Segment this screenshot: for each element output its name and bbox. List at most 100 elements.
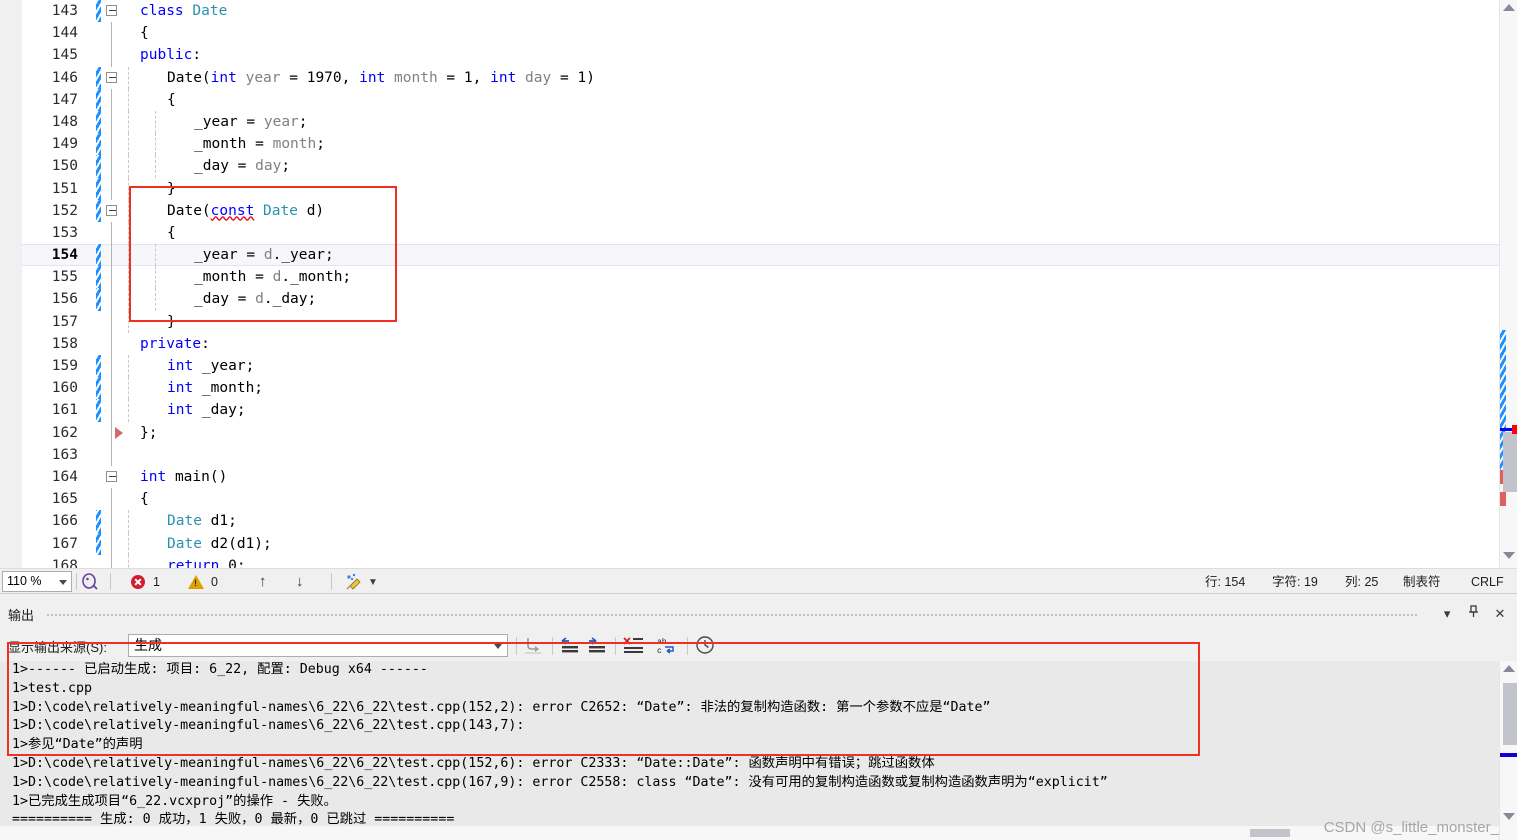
code-surface[interactable]: 143 class Date 144 {145 public: 146 Date(int y… bbox=[22, 0, 1517, 568]
code-line[interactable]: 150 _day = day; bbox=[22, 155, 1517, 178]
code-line[interactable]: 159 int _year; bbox=[22, 355, 1517, 378]
editor-scroll-thumb[interactable] bbox=[1503, 432, 1517, 492]
zoom-level-value: 110 % bbox=[7, 574, 42, 588]
code-line[interactable]: 166 Date d1; bbox=[22, 510, 1517, 533]
change-bar bbox=[96, 133, 101, 156]
warning-count-icon[interactable] bbox=[188, 575, 204, 589]
code-text: }; bbox=[140, 424, 158, 441]
code-line[interactable]: 147 { bbox=[22, 88, 1517, 111]
go-to-message-icon[interactable] bbox=[522, 635, 546, 657]
output-source-select[interactable]: 生成 bbox=[128, 634, 508, 657]
code-line[interactable]: 152 Date(const Date d) bbox=[22, 199, 1517, 222]
output-scroll-thumb[interactable] bbox=[1503, 683, 1517, 745]
fold-collapse-icon[interactable] bbox=[106, 5, 117, 16]
output-line[interactable]: 1>D:\code\relatively-meaningful-names\6_… bbox=[0, 774, 1517, 793]
previous-error-button[interactable]: ↑ bbox=[259, 569, 267, 595]
code-line[interactable]: 155 _month = d._month; bbox=[22, 266, 1517, 289]
clear-all-icon[interactable] bbox=[621, 635, 645, 657]
code-line[interactable]: 146 Date(int year = 1970, int month = 1, … bbox=[22, 66, 1517, 89]
intellisense-icon[interactable] bbox=[80, 569, 102, 595]
close-icon[interactable]: ✕ bbox=[1489, 606, 1511, 622]
code-line[interactable]: 151} bbox=[22, 177, 1517, 200]
editor-error-marker[interactable] bbox=[1500, 492, 1506, 506]
change-bar bbox=[96, 510, 101, 533]
code-line[interactable]: 153 { bbox=[22, 221, 1517, 245]
code-text: _year = d._year; bbox=[194, 247, 334, 264]
code-line[interactable]: 161 int _day; bbox=[22, 399, 1517, 422]
panel-menu-icon[interactable]: ▾ bbox=[1436, 606, 1458, 622]
next-message-icon[interactable] bbox=[585, 635, 609, 657]
code-line[interactable]: 156 _day = d._day; bbox=[22, 288, 1517, 311]
code-cleanup-button[interactable] bbox=[344, 569, 384, 595]
code-line[interactable]: 165 { bbox=[22, 488, 1517, 511]
next-error-button[interactable]: ↓ bbox=[296, 569, 304, 595]
scroll-up-icon[interactable] bbox=[1503, 665, 1515, 672]
code-line[interactable]: 145 public: bbox=[22, 44, 1517, 67]
scroll-down-icon[interactable] bbox=[1503, 813, 1515, 820]
scroll-down-icon[interactable] bbox=[1503, 552, 1515, 564]
indent-guide bbox=[128, 532, 129, 555]
tab-indicator: 制表符 bbox=[1403, 575, 1441, 589]
toggle-word-wrap-icon[interactable]: ab c bbox=[655, 635, 679, 657]
code-line[interactable]: 143 class Date bbox=[22, 0, 1517, 23]
warning-count[interactable]: 0 bbox=[211, 569, 218, 595]
output-line[interactable]: 1>参见“Date”的声明 bbox=[0, 736, 1517, 755]
indent-guide bbox=[128, 177, 129, 200]
output-line[interactable]: 1>D:\code\relatively-meaningful-names\6_… bbox=[0, 755, 1517, 774]
output-line[interactable]: 1>D:\code\relatively-meaningful-names\6_… bbox=[0, 699, 1517, 718]
previous-message-icon[interactable] bbox=[558, 635, 582, 657]
indent-guide bbox=[128, 288, 129, 311]
panel-gripper[interactable] bbox=[46, 613, 1419, 618]
output-panel-title: 输出 bbox=[8, 608, 35, 623]
indent-guide bbox=[128, 510, 129, 533]
output-vertical-scrollbar[interactable] bbox=[1499, 661, 1517, 840]
chevron-down-icon[interactable] bbox=[494, 644, 502, 649]
divider bbox=[516, 637, 517, 655]
code-line[interactable]: 144 { bbox=[22, 22, 1517, 45]
output-line[interactable]: 1>------ 已启动生成: 项目: 6_22, 配置: Debug x64 … bbox=[0, 661, 1517, 680]
chevron-down-icon[interactable]: ▼ bbox=[368, 568, 378, 594]
zoom-level-combo[interactable]: 110 % bbox=[2, 571, 72, 592]
output-text-area[interactable]: 1>------ 已启动生成: 项目: 6_22, 配置: Debug x64 … bbox=[0, 661, 1517, 840]
code-line[interactable]: 158 private: bbox=[22, 332, 1517, 355]
output-line[interactable]: 1>已完成生成项目“6_22.vcxproj”的操作 - 失败。 bbox=[0, 793, 1517, 812]
output-line[interactable]: 1>D:\code\relatively-meaningful-names\6_… bbox=[0, 717, 1517, 736]
change-bar bbox=[96, 66, 101, 89]
output-hscroll-thumb[interactable] bbox=[1250, 829, 1290, 837]
output-panel: 输出 ▾ ✕ 显示输出来源(S): 生成 ab c 1>------ 已启动生成… bbox=[0, 601, 1517, 840]
indent-guide bbox=[128, 110, 129, 134]
code-line[interactable]: 154 _year = d._year; bbox=[22, 244, 1517, 267]
pin-icon[interactable] bbox=[1463, 605, 1485, 621]
code-line[interactable]: 163 bbox=[22, 443, 1517, 466]
indent-guide bbox=[128, 266, 129, 289]
show-timestamps-icon[interactable] bbox=[694, 635, 718, 657]
visual-studio-window: 143 class Date 144 {145 public: 146 Date(int y… bbox=[0, 0, 1517, 840]
code-editor[interactable]: 143 class Date 144 {145 public: 146 Date(int y… bbox=[0, 0, 1517, 568]
code-line[interactable]: 160 int _month; bbox=[22, 377, 1517, 400]
divider bbox=[552, 637, 553, 655]
fold-collapse-icon[interactable] bbox=[106, 71, 117, 83]
code-line[interactable]: 157} bbox=[22, 310, 1517, 333]
code-line[interactable]: 168 return 0; bbox=[22, 554, 1517, 568]
code-line[interactable]: 164 int main() bbox=[22, 466, 1517, 488]
output-horizontal-scrollbar[interactable] bbox=[0, 826, 1499, 840]
editor-vertical-scrollbar[interactable] bbox=[1499, 0, 1517, 568]
chevron-down-icon[interactable] bbox=[59, 580, 67, 585]
fold-collapse-icon[interactable] bbox=[106, 470, 117, 482]
breakpoint-glyph-icon[interactable] bbox=[115, 426, 123, 439]
fold-collapse-icon[interactable] bbox=[106, 204, 117, 216]
code-line[interactable]: 148 _year = year; bbox=[22, 110, 1517, 134]
scroll-up-icon[interactable] bbox=[1503, 4, 1515, 16]
code-line[interactable]: 167 Date d2(d1); bbox=[22, 532, 1517, 555]
line-number: 167 bbox=[51, 535, 78, 552]
indent-guide bbox=[128, 355, 129, 378]
line-number: 168 bbox=[51, 557, 78, 568]
code-line[interactable]: 162}; bbox=[22, 421, 1517, 444]
code-line[interactable]: 149 _month = month; bbox=[22, 133, 1517, 156]
indent-guide bbox=[155, 266, 156, 289]
change-bar bbox=[96, 88, 101, 111]
error-count[interactable]: 1 bbox=[153, 569, 160, 595]
output-line[interactable]: 1>test.cpp bbox=[0, 680, 1517, 699]
error-count-icon[interactable] bbox=[131, 575, 145, 589]
line-number: 143 bbox=[51, 3, 78, 19]
